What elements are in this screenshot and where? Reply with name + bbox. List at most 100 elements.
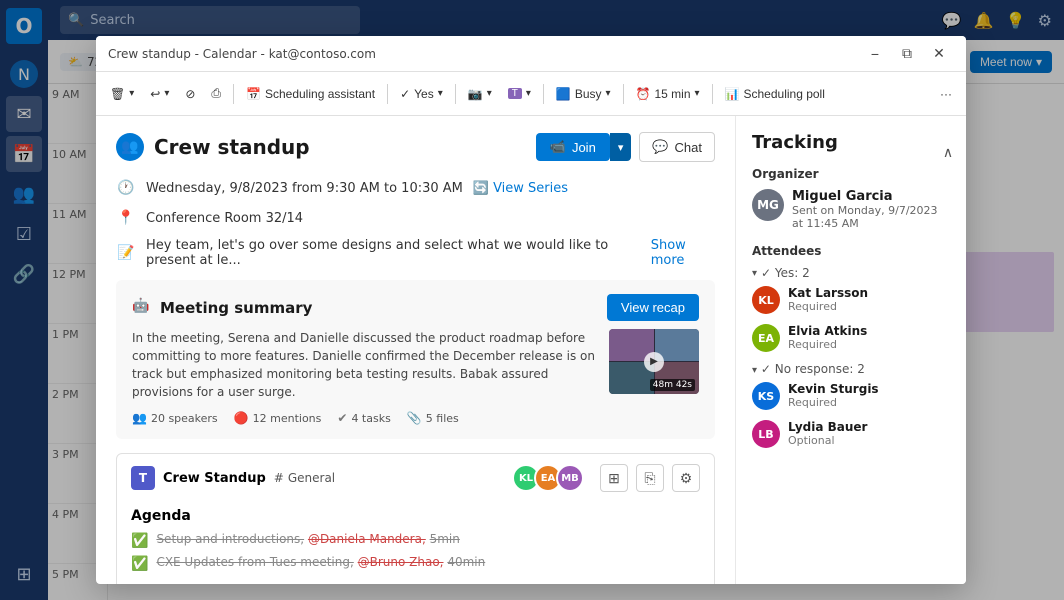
busy-label: Busy [575, 87, 602, 101]
no-response-label-text: ✓ No response: 2 [761, 362, 865, 376]
teams-grid-button[interactable]: ⊞ [600, 464, 628, 492]
reminder-dropdown-icon: ▾ [695, 88, 700, 99]
event-icon: 👥 [116, 133, 144, 161]
teams-name: Crew Standup [163, 471, 266, 486]
attendee-role-elvia: Required [788, 338, 950, 351]
toolbar-divider-6 [712, 84, 713, 104]
modal-toolbar: 🗑 ▾ ↩ ▾ ⊘ ⎙ 📅 Scheduling assistant ✓ Yes… [96, 72, 966, 116]
busy-button[interactable]: 🟦 Busy ▾ [550, 80, 617, 108]
more-button[interactable]: ··· [934, 80, 958, 108]
join-dropdown-button[interactable]: ▾ [610, 133, 632, 161]
attendee-lydia: LB Lydia Bauer Optional [752, 420, 950, 448]
stat-mentions: 🔴 12 mentions [234, 411, 322, 425]
more-icon: ··· [940, 87, 952, 101]
delete-button[interactable]: 🗑 ▾ [104, 80, 140, 108]
alarm-icon: ⏰ [636, 87, 651, 101]
event-header: 👥 Crew standup 📹 Join ▾ 💬 Chat [116, 132, 715, 162]
agenda-item-2-main: CXE Updates from Tues meeting, [156, 555, 353, 569]
delete-dropdown-icon: ▾ [129, 88, 134, 99]
teams-button[interactable]: T ▾ [502, 80, 537, 108]
scheduling-poll-button[interactable]: 📊 Scheduling poll [719, 80, 831, 108]
minimize-button[interactable]: − [860, 42, 890, 66]
stat-speakers-value: 20 speakers [151, 412, 218, 425]
agenda-item-2: ✅ CXE Updates from Tues meeting, @Bruno … [131, 555, 700, 572]
restore-button[interactable]: ⧉ [892, 42, 922, 66]
mentions-icon: 🔴 [234, 411, 249, 425]
teams-settings-button[interactable]: ⚙ [672, 464, 700, 492]
description-text: Hey team, let's go over some designs and… [146, 238, 641, 268]
view-series-link[interactable]: 🔄 View Series [473, 181, 568, 196]
attendee-avatar-elvia: EA [752, 324, 780, 352]
location-icon: 📍 [116, 208, 136, 228]
view-recap-button[interactable]: View recap [607, 294, 699, 321]
agenda-item-1-mention: @Daniela Mandera, [308, 532, 426, 546]
summary-body: In the meeting, Serena and Danielle disc… [132, 329, 699, 401]
channel-icon: # [274, 471, 284, 485]
avatar-mb: MB [556, 464, 584, 492]
teams-badge: T [508, 88, 522, 99]
attendee-name-kevin: Kevin Sturgis [788, 382, 950, 396]
summary-title: Meeting summary [160, 299, 607, 317]
check-icon: ✓ [400, 87, 410, 101]
modal-title: Crew standup - Calendar - kat@contoso.co… [108, 47, 376, 61]
join-wrapper: 📹 Join ▾ [536, 133, 632, 161]
agenda-item-2-suffix: 40min [447, 555, 485, 569]
undo-button[interactable]: ↩ ▾ [144, 80, 175, 108]
teams-header: T Crew Standup # General KL EA MB ⊞ ⎘ ⚙ [131, 464, 700, 492]
check-icon-2: ✅ [131, 556, 148, 572]
description-row: 📝 Hey team, let's go over some designs a… [116, 238, 715, 268]
location-row: 📍 Conference Room 32/14 [116, 208, 715, 228]
location-text: Conference Room 32/14 [146, 211, 303, 226]
summary-stats: 👥 20 speakers 🔴 12 mentions ✔ 4 tasks 📎 … [132, 411, 699, 425]
meeting-summary-section: 🤖 Meeting summary View recap In the meet… [116, 280, 715, 439]
stat-mentions-value: 12 mentions [253, 412, 322, 425]
summary-thumbnail[interactable]: ▶ 48m 42s [609, 329, 699, 394]
refresh-icon: 🔄 [473, 181, 489, 196]
toolbar-divider-5 [623, 84, 624, 104]
teams-section: T Crew Standup # General KL EA MB ⊞ ⎘ ⚙ [116, 453, 715, 584]
attendee-info-kat: Kat Larsson Required [788, 286, 950, 313]
reminder-button[interactable]: ⏰ 15 min ▾ [630, 80, 706, 108]
undo-dropdown-icon: ▾ [164, 88, 169, 99]
tracking-panel: Tracking Organizer MG Miguel Garcia Sent… [736, 116, 966, 584]
chat-button[interactable]: 💬 Chat [639, 132, 715, 162]
reminder-label: 15 min [654, 87, 690, 101]
chevron-down-icon-2: ▾ [752, 365, 757, 376]
yes-label: Yes [414, 87, 434, 101]
attendee-elvia: EA Elvia Atkins Required [752, 324, 950, 352]
print-button[interactable]: ⎙ [205, 80, 227, 108]
attendee-avatar-kevin: KS [752, 382, 780, 410]
summary-icon: 🤖 [132, 298, 152, 318]
undo-icon: ↩ [150, 87, 160, 101]
show-more-link[interactable]: Show more [651, 238, 715, 268]
stat-files: 📎 5 files [407, 411, 459, 425]
discard-button[interactable]: ⊘ [179, 80, 201, 108]
camera-button[interactable]: 📷 ▾ [462, 80, 498, 108]
busy-icon: 🟦 [556, 87, 571, 101]
agenda-item-1-suffix: 5min [430, 532, 460, 546]
agenda-item-2-mention: @Bruno Zhao, [358, 555, 444, 569]
close-button[interactable]: ✕ [924, 42, 954, 66]
agenda-item-1: ✅ Setup and introductions, @Daniela Mand… [131, 532, 700, 549]
teams-copy-button[interactable]: ⎘ [636, 464, 664, 492]
note-icon: 📝 [116, 243, 136, 263]
join-button[interactable]: 📹 Join [536, 133, 610, 161]
attendee-role-kat: Required [788, 300, 950, 313]
organizer-name: Miguel Garcia [792, 189, 950, 204]
date-text: Wednesday, 9/8/2023 from 9:30 AM to 10:3… [146, 181, 463, 196]
view-series-label: View Series [493, 181, 568, 196]
attendee-info-lydia: Lydia Bauer Optional [788, 420, 950, 447]
teams-avatars: KL EA MB [518, 464, 584, 492]
scheduling-assistant-button[interactable]: 📅 Scheduling assistant [240, 80, 381, 108]
chevron-down-icon: ▾ [752, 268, 757, 279]
event-title: Crew standup [154, 135, 536, 159]
attendee-name-lydia: Lydia Bauer [788, 420, 950, 434]
teams-actions: ⊞ ⎘ ⚙ [600, 464, 700, 492]
organizer-info: Miguel Garcia Sent on Monday, 9/7/2023 a… [792, 189, 950, 230]
thumbnail-duration: 48m 42s [650, 379, 695, 391]
clock-icon: 🕐 [116, 178, 136, 198]
files-icon: 📎 [407, 411, 422, 425]
event-actions: 📹 Join ▾ 💬 Chat [536, 132, 715, 162]
collapse-button[interactable]: ∧ [938, 142, 958, 162]
yes-button[interactable]: ✓ Yes ▾ [394, 80, 449, 108]
